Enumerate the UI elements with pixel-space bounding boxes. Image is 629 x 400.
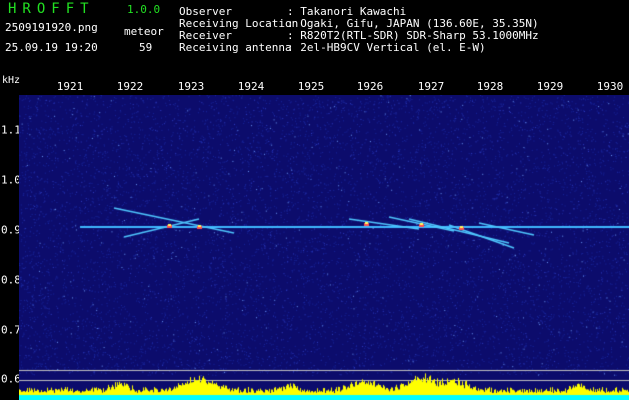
observer-label: Observer	[179, 5, 232, 18]
header-panel: HROFFT 1.0.0 2509191920.png meteor 25.09…	[0, 0, 629, 76]
y-tick-label: 1.0	[1, 173, 21, 187]
spectrogram-panel	[19, 95, 629, 400]
x-tick-label: 1922	[116, 80, 144, 93]
observer-value: : Takanori Kawachi	[287, 5, 407, 18]
receiver-label: Receiver	[179, 29, 232, 42]
date-time: 25.09.19 19:20	[5, 41, 98, 54]
y-tick-label: 1.1	[1, 123, 21, 137]
x-tick-label: 1927	[417, 80, 445, 93]
app-version: 1.0.0	[127, 3, 161, 16]
x-tick-label: 1925	[297, 80, 325, 93]
app-title: HROFFT	[8, 1, 95, 17]
y-tick-label: 0.6	[1, 372, 21, 386]
x-tick-label: 1926	[356, 80, 384, 93]
x-tick-label: 1923	[177, 80, 205, 93]
meteor-label: meteor	[124, 25, 164, 38]
meteor-count: 59	[139, 41, 153, 54]
y-axis-unit: kHz	[2, 75, 21, 86]
file-name: 2509191920.png	[5, 21, 98, 34]
receiver-value: : R820T2(RTL-SDR) SDR-Sharp 53.1000MHz	[287, 29, 539, 42]
antenna-label: Receiving antenna	[179, 41, 292, 54]
x-tick-label: 1930	[596, 80, 624, 93]
location-label: Receiving Location	[179, 17, 299, 30]
x-tick-label: 1929	[536, 80, 564, 93]
y-tick-label: 0.9	[1, 223, 21, 237]
y-tick-label: 0.8	[1, 273, 21, 287]
x-tick-label: 1921	[56, 80, 84, 93]
x-tick-label: 1924	[237, 80, 265, 93]
x-tick-label: 1928	[476, 80, 504, 93]
spectrogram-canvas	[19, 95, 629, 400]
location-value: : Ogaki, Gifu, JAPAN (136.60E, 35.35N)	[287, 17, 539, 30]
y-tick-label: 0.7	[1, 323, 21, 337]
antenna-value: : 2el-HB9CV Vertical (el. E-W)	[287, 41, 486, 54]
